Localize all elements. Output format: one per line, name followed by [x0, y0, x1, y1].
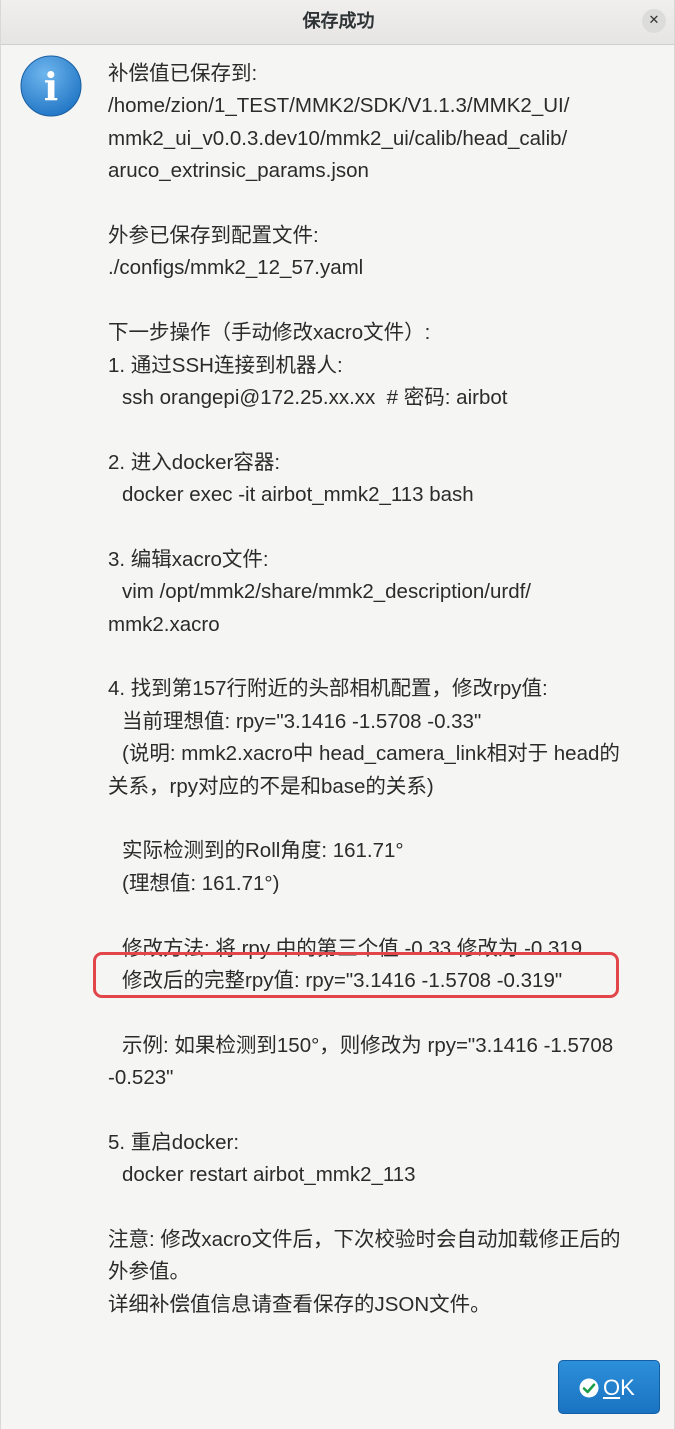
message-line: 实际检测到的Roll角度: 161.71° [122, 839, 404, 863]
message-line: 详细补偿值信息请查看保存的JSON文件。 [108, 1292, 491, 1316]
message-line: 3. 编辑xacro文件: [108, 547, 269, 571]
message-line: mmk2_ui_v0.0.3.dev10/mmk2_ui/calib/head_… [108, 126, 568, 150]
message-line: 外参值。 [108, 1260, 190, 1284]
message-line: (说明: mmk2.xacro中 head_camera_link相对于 hea… [122, 742, 620, 766]
title-bar[interactable]: 保存成功 ✕ [1, 0, 674, 45]
message-line: mmk2.xacro [108, 612, 220, 636]
save-success-dialog: 保存成功 ✕ i 补偿值已保存到: /home/zion/1_TEST/MMK2/… [0, 0, 675, 1429]
message-line: docker exec -it airbot_mmk2_113 bash [122, 483, 474, 507]
message-body: 补偿值已保存到: /home/zion/1_TEST/MMK2/SDK/V1.1.… [108, 58, 668, 1321]
message-line: 注意: 修改xacro文件后，下次校验时会自动加载修正后的 [108, 1228, 621, 1252]
message-line: -0.523" [108, 1066, 174, 1090]
message-line: 当前理想值: rpy="3.1416 -1.5708 -0.33" [122, 709, 482, 733]
message-line: ./configs/mmk2_12_57.yaml [108, 256, 364, 280]
message-line: (理想值: 161.71°) [122, 871, 280, 895]
message-line: 1. 通过SSH连接到机器人: [108, 353, 343, 377]
highlight-annotation [93, 952, 619, 998]
message-line: aruco_extrinsic_params.json [108, 159, 369, 183]
message-line: 示例: 如果检测到150°，则修改为 rpy="3.1416 -1.5708 [122, 1033, 614, 1057]
message-line: /home/zion/1_TEST/MMK2/SDK/V1.1.3/MMK2_U… [108, 94, 570, 118]
ok-button-label: OK [603, 1361, 635, 1413]
message-line: 外参已保存到配置文件: [108, 223, 319, 247]
message-line: 4. 找到第157行附近的头部相机配置，修改rpy值: [108, 677, 548, 701]
close-button[interactable]: ✕ [642, 9, 666, 33]
message-line: vim /opt/mmk2/share/mmk2_description/urd… [122, 580, 531, 604]
ok-rest: K [620, 1375, 635, 1400]
message-line: 2. 进入docker容器: [108, 450, 281, 474]
ok-button[interactable]: OK [558, 1360, 660, 1414]
message-line: 下一步操作（手动修改xacro文件）: [108, 321, 431, 345]
dialog-title: 保存成功 [302, 11, 375, 32]
ok-mnemonic: O [603, 1375, 621, 1400]
info-icon: i [20, 55, 82, 117]
message-line: 补偿值已保存到: [108, 62, 258, 85]
info-icon-letter: i [44, 64, 58, 109]
message-line: docker restart airbot_mmk2_113 [122, 1163, 416, 1187]
message-line: 关系，rpy对应的不是和base的关系) [108, 774, 434, 798]
check-icon [579, 1378, 599, 1398]
message-line: 5. 重启docker: [108, 1130, 240, 1154]
message-line: ssh orangepi@172.25.xx.xx # 密码: airbot [122, 385, 508, 409]
